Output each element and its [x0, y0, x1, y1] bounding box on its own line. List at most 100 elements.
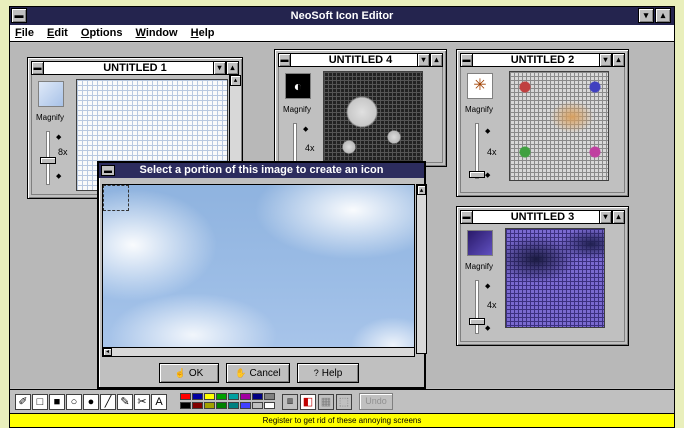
window-body: Magnify ◆ 4x ◆	[460, 224, 625, 342]
cancel-label: Cancel	[249, 368, 281, 379]
cancel-button[interactable]: ✋ Cancel	[226, 363, 290, 383]
transparent-color-icon[interactable]: ▦	[318, 394, 334, 410]
app-title-bar: ▬ NeoSoft Icon Editor ▾ ▴	[10, 7, 674, 25]
window-menu-button[interactable]: ▬	[460, 210, 473, 224]
window-untitled-4[interactable]: ▬ UNTITLED 4 ▾ ▴ ◐ Magnify ◆ 4x	[274, 49, 447, 167]
slider-tick: ◆	[485, 172, 491, 179]
fill-icon[interactable]: ✎	[117, 394, 133, 410]
magnify-slider-thumb[interactable]	[469, 171, 485, 178]
menu-edit[interactable]: Edit	[42, 25, 73, 41]
icon-preview	[467, 230, 493, 256]
window-title-bar[interactable]: ▬ UNTITLED 1 ▾ ▴	[31, 61, 239, 75]
scroll-left-arrow[interactable]: ◂	[103, 348, 112, 356]
color-swatch[interactable]	[228, 402, 239, 409]
ok-button[interactable]: ☝ OK	[159, 363, 219, 383]
color-swatch[interactable]	[264, 402, 275, 409]
window-menu-button[interactable]: ▬	[278, 53, 291, 67]
color-swatch[interactable]	[192, 402, 203, 409]
pixel-grid[interactable]	[509, 71, 609, 181]
window-title-bar[interactable]: ▬ UNTITLED 3 ▾ ▴	[460, 210, 625, 224]
brush-icon[interactable]: ✐	[15, 394, 31, 410]
line-icon[interactable]: ╱	[100, 394, 116, 410]
maximize-button[interactable]: ▴	[655, 8, 671, 23]
dialog-title-bar[interactable]: ▬ Select a portion of this image to crea…	[99, 163, 424, 178]
ellipse-outline-icon[interactable]: ○	[66, 394, 82, 410]
slider-tick: ◆	[56, 173, 62, 180]
color-swatch[interactable]	[240, 402, 251, 409]
dialog-horizontal-scrollbar[interactable]: ◂	[102, 347, 415, 357]
window-menu-button[interactable]: ▬	[31, 61, 44, 75]
magnify-slider[interactable]	[475, 280, 479, 334]
window-minimize-button[interactable]: ▾	[213, 61, 226, 75]
color-swatch[interactable]	[240, 393, 251, 400]
window-maximize-button[interactable]: ▴	[612, 210, 625, 224]
magnify-slider[interactable]	[293, 123, 297, 163]
system-menu-button[interactable]: ▬	[11, 8, 27, 23]
menu-window[interactable]: Window	[131, 25, 183, 41]
slider-tick: ◆	[485, 283, 491, 290]
mouse-color-icon[interactable]: ◧	[300, 394, 316, 410]
rect-filled-icon[interactable]: ■	[49, 394, 65, 410]
dialog-vertical-scrollbar[interactable]: ▴	[416, 184, 427, 354]
magnify-label: Magnify	[465, 262, 494, 271]
menu-help[interactable]: Help	[186, 25, 220, 41]
window-maximize-button[interactable]: ▴	[430, 53, 443, 67]
color-swatch[interactable]	[228, 393, 239, 400]
color-swatch[interactable]	[264, 393, 275, 400]
magnify-label: Magnify	[36, 113, 65, 122]
window-untitled-3[interactable]: ▬ UNTITLED 3 ▾ ▴ Magnify ◆ 4x ◆	[456, 206, 629, 346]
window-title-bar[interactable]: ▬ UNTITLED 2 ▾ ▴	[460, 53, 625, 67]
magnify-value: 8x	[58, 147, 68, 157]
scissors-icon[interactable]: ✂	[134, 394, 150, 410]
dialog-title: Select a portion of this image to create…	[139, 164, 384, 176]
magnify-value: 4x	[305, 143, 315, 153]
source-image[interactable]	[102, 184, 415, 354]
selection-rectangle[interactable]	[103, 185, 129, 211]
magnify-label: Magnify	[465, 105, 494, 114]
help-button[interactable]: ? Help	[297, 363, 359, 383]
slider-tick: ◆	[56, 134, 62, 141]
magnify-value: 4x	[487, 147, 497, 157]
color-swatch[interactable]	[216, 402, 227, 409]
color-swatch[interactable]	[204, 393, 215, 400]
screen-color-icon[interactable]: ▥	[282, 394, 298, 410]
window-untitled-2[interactable]: ▬ UNTITLED 2 ▾ ▴ ✳ Magnify ◆ 4x ◆	[456, 49, 629, 197]
help-label: Help	[321, 368, 343, 379]
color-swatch[interactable]	[216, 393, 227, 400]
magnify-slider-thumb[interactable]	[40, 157, 56, 164]
window-menu-button[interactable]: ▬	[460, 53, 473, 67]
text-icon[interactable]: A	[151, 394, 167, 410]
status-text: Register to get rid of these annoying sc…	[262, 416, 422, 425]
window-maximize-button[interactable]: ▴	[612, 53, 625, 67]
cancel-hand-icon: ✋	[235, 368, 247, 378]
menu-bar: File Edit Options Window Help	[10, 25, 674, 42]
minimize-button[interactable]: ▾	[638, 8, 654, 23]
window-title: UNTITLED 4	[328, 54, 393, 66]
scroll-up-arrow[interactable]: ▴	[230, 75, 241, 86]
menu-options[interactable]: Options	[76, 25, 128, 41]
color-swatch[interactable]	[180, 402, 191, 409]
select-area-icon[interactable]: ⬚	[336, 394, 352, 410]
window-minimize-button[interactable]: ▾	[417, 53, 430, 67]
color-swatch[interactable]	[180, 393, 191, 400]
window-maximize-button[interactable]: ▴	[226, 61, 239, 75]
slider-tick: ◆	[485, 128, 491, 135]
window-title-bar[interactable]: ▬ UNTITLED 4 ▾ ▴	[278, 53, 443, 67]
dialog-system-menu-button[interactable]: ▬	[101, 165, 115, 176]
color-swatch[interactable]	[192, 393, 203, 400]
window-minimize-button[interactable]: ▾	[599, 53, 612, 67]
ellipse-filled-icon[interactable]: ●	[83, 394, 99, 410]
undo-button[interactable]: Undo	[359, 393, 393, 410]
rect-outline-icon[interactable]: □	[32, 394, 48, 410]
window-body: ✳ Magnify ◆ 4x ◆	[460, 67, 625, 193]
color-swatch[interactable]	[252, 393, 263, 400]
window-minimize-button[interactable]: ▾	[599, 210, 612, 224]
pixel-grid[interactable]	[505, 228, 605, 328]
magnify-slider-thumb[interactable]	[469, 318, 485, 325]
color-swatch[interactable]	[204, 402, 215, 409]
scroll-up-arrow[interactable]: ▴	[417, 185, 426, 195]
color-swatch[interactable]	[252, 402, 263, 409]
pixel-grid[interactable]	[323, 71, 423, 161]
icon-preview: ◐	[285, 73, 311, 99]
menu-file[interactable]: File	[10, 25, 39, 41]
